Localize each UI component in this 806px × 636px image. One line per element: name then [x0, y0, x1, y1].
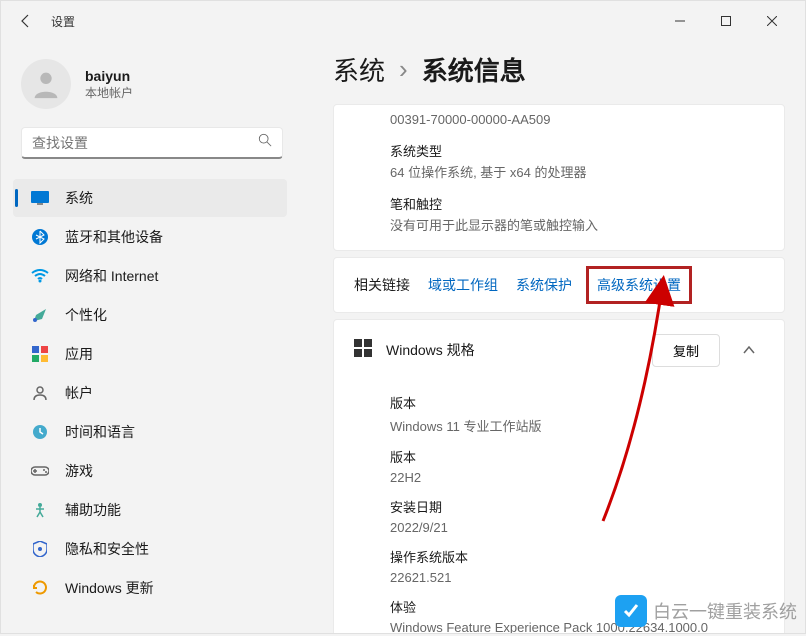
watermark-text: 白云一键重装系统: [653, 598, 797, 624]
network-icon: [31, 267, 49, 285]
privacy-icon: [31, 540, 49, 558]
nav-privacy[interactable]: 隐私和安全性: [13, 530, 287, 568]
nav-list: 系统 蓝牙和其他设备 网络和 Internet 个性化 应用 帐户 时间和语言 …: [7, 179, 293, 607]
copy-button[interactable]: 复制: [652, 334, 720, 367]
accessibility-icon: [31, 501, 49, 519]
nav-label: 应用: [65, 344, 93, 364]
breadcrumb: 系统 › 系统信息: [333, 51, 785, 88]
update-icon: [31, 579, 49, 597]
user-info: baiyun 本地帐户: [85, 68, 133, 101]
nav-label: 时间和语言: [65, 422, 135, 442]
accounts-icon: [31, 384, 49, 402]
nav-bluetooth[interactable]: 蓝牙和其他设备: [13, 218, 287, 256]
nav-label: 帐户: [65, 383, 93, 403]
version-value: 22H2: [390, 470, 764, 485]
time-icon: [31, 423, 49, 441]
nav-gaming[interactable]: 游戏: [13, 452, 287, 490]
search-input[interactable]: [32, 135, 258, 151]
watermark: 白云一键重装系统: [615, 595, 797, 627]
search-box[interactable]: [21, 127, 283, 159]
close-button[interactable]: [749, 6, 795, 36]
nav-label: 网络和 Internet: [65, 266, 158, 286]
pen-touch-value: 没有可用于此显示器的笔或触控输入: [390, 217, 764, 235]
related-links-bar: 相关链接 域或工作组 系统保护 高级系统设置: [333, 257, 785, 313]
nav-apps[interactable]: 应用: [13, 335, 287, 373]
breadcrumb-current: 系统信息: [422, 51, 526, 88]
install-label: 安装日期: [390, 497, 764, 516]
nav-label: 辅助功能: [65, 500, 121, 520]
bluetooth-icon: [31, 228, 49, 246]
pen-touch-label: 笔和触控: [390, 194, 764, 213]
nav-label: Windows 更新: [65, 578, 154, 598]
nav-label: 隐私和安全性: [65, 539, 149, 559]
link-protection[interactable]: 系统保护: [516, 275, 572, 295]
system-type-label: 系统类型: [390, 141, 764, 160]
spec-title: Windows 规格: [386, 340, 638, 360]
related-label: 相关链接: [354, 275, 410, 295]
install-value: 2022/9/21: [390, 520, 764, 535]
app-title: 设置: [51, 13, 75, 30]
content-area: 系统 › 系统信息 00391-70000-00000-AA509 系统类型 6…: [303, 41, 805, 633]
spec-header[interactable]: Windows 规格 复制: [334, 320, 784, 381]
nav-label: 游戏: [65, 461, 93, 481]
sidebar: baiyun 本地帐户 系统 蓝牙和其他设备 网络和 Internet 个性化 …: [1, 41, 303, 633]
link-domain[interactable]: 域或工作组: [428, 275, 498, 295]
osbuild-label: 操作系统版本: [390, 547, 764, 566]
version-label: 版本: [390, 447, 764, 466]
window-controls: [657, 6, 795, 36]
avatar: [21, 59, 71, 109]
user-area[interactable]: baiyun 本地帐户: [7, 51, 293, 127]
nav-system[interactable]: 系统: [13, 179, 287, 217]
main-area: baiyun 本地帐户 系统 蓝牙和其他设备 网络和 Internet 个性化 …: [1, 41, 805, 633]
gaming-icon: [31, 462, 49, 480]
breadcrumb-root[interactable]: 系统: [333, 51, 385, 88]
apps-icon: [31, 345, 49, 363]
watermark-icon: [615, 595, 647, 627]
windows-spec-card: Windows 规格 复制 版本 Windows 11 专业工作站版 版本 22…: [333, 319, 785, 633]
title-bar: 设置: [1, 1, 805, 41]
edition-label: 版本: [390, 393, 764, 412]
system-type-value: 64 位操作系统, 基于 x64 的处理器: [390, 164, 764, 182]
device-card: 00391-70000-00000-AA509 系统类型 64 位操作系统, 基…: [333, 104, 785, 251]
nav-time[interactable]: 时间和语言: [13, 413, 287, 451]
nav-label: 个性化: [65, 305, 107, 325]
user-subtitle: 本地帐户: [85, 84, 133, 101]
nav-label: 蓝牙和其他设备: [65, 227, 163, 247]
link-advanced-settings[interactable]: 高级系统设置: [586, 266, 692, 304]
nav-accounts[interactable]: 帐户: [13, 374, 287, 412]
nav-label: 系统: [65, 188, 93, 208]
osbuild-value: 22621.521: [390, 570, 764, 585]
search-icon: [258, 133, 272, 152]
chevron-right-icon: ›: [399, 54, 408, 85]
nav-accessibility[interactable]: 辅助功能: [13, 491, 287, 529]
minimize-button[interactable]: [657, 6, 703, 36]
nav-network[interactable]: 网络和 Internet: [13, 257, 287, 295]
chevron-up-icon[interactable]: [734, 341, 764, 359]
settings-window: 设置 baiyun 本地帐户 系统 蓝牙和: [0, 0, 806, 634]
system-icon: [31, 189, 49, 207]
maximize-button[interactable]: [703, 6, 749, 36]
edition-value: Windows 11 专业工作站版: [390, 416, 764, 435]
back-button[interactable]: [11, 6, 41, 36]
nav-personalize[interactable]: 个性化: [13, 296, 287, 334]
windows-icon: [354, 339, 372, 362]
user-name: baiyun: [85, 68, 133, 84]
nav-update[interactable]: Windows 更新: [13, 569, 287, 607]
personalize-icon: [31, 306, 49, 324]
product-id: 00391-70000-00000-AA509: [390, 111, 764, 129]
